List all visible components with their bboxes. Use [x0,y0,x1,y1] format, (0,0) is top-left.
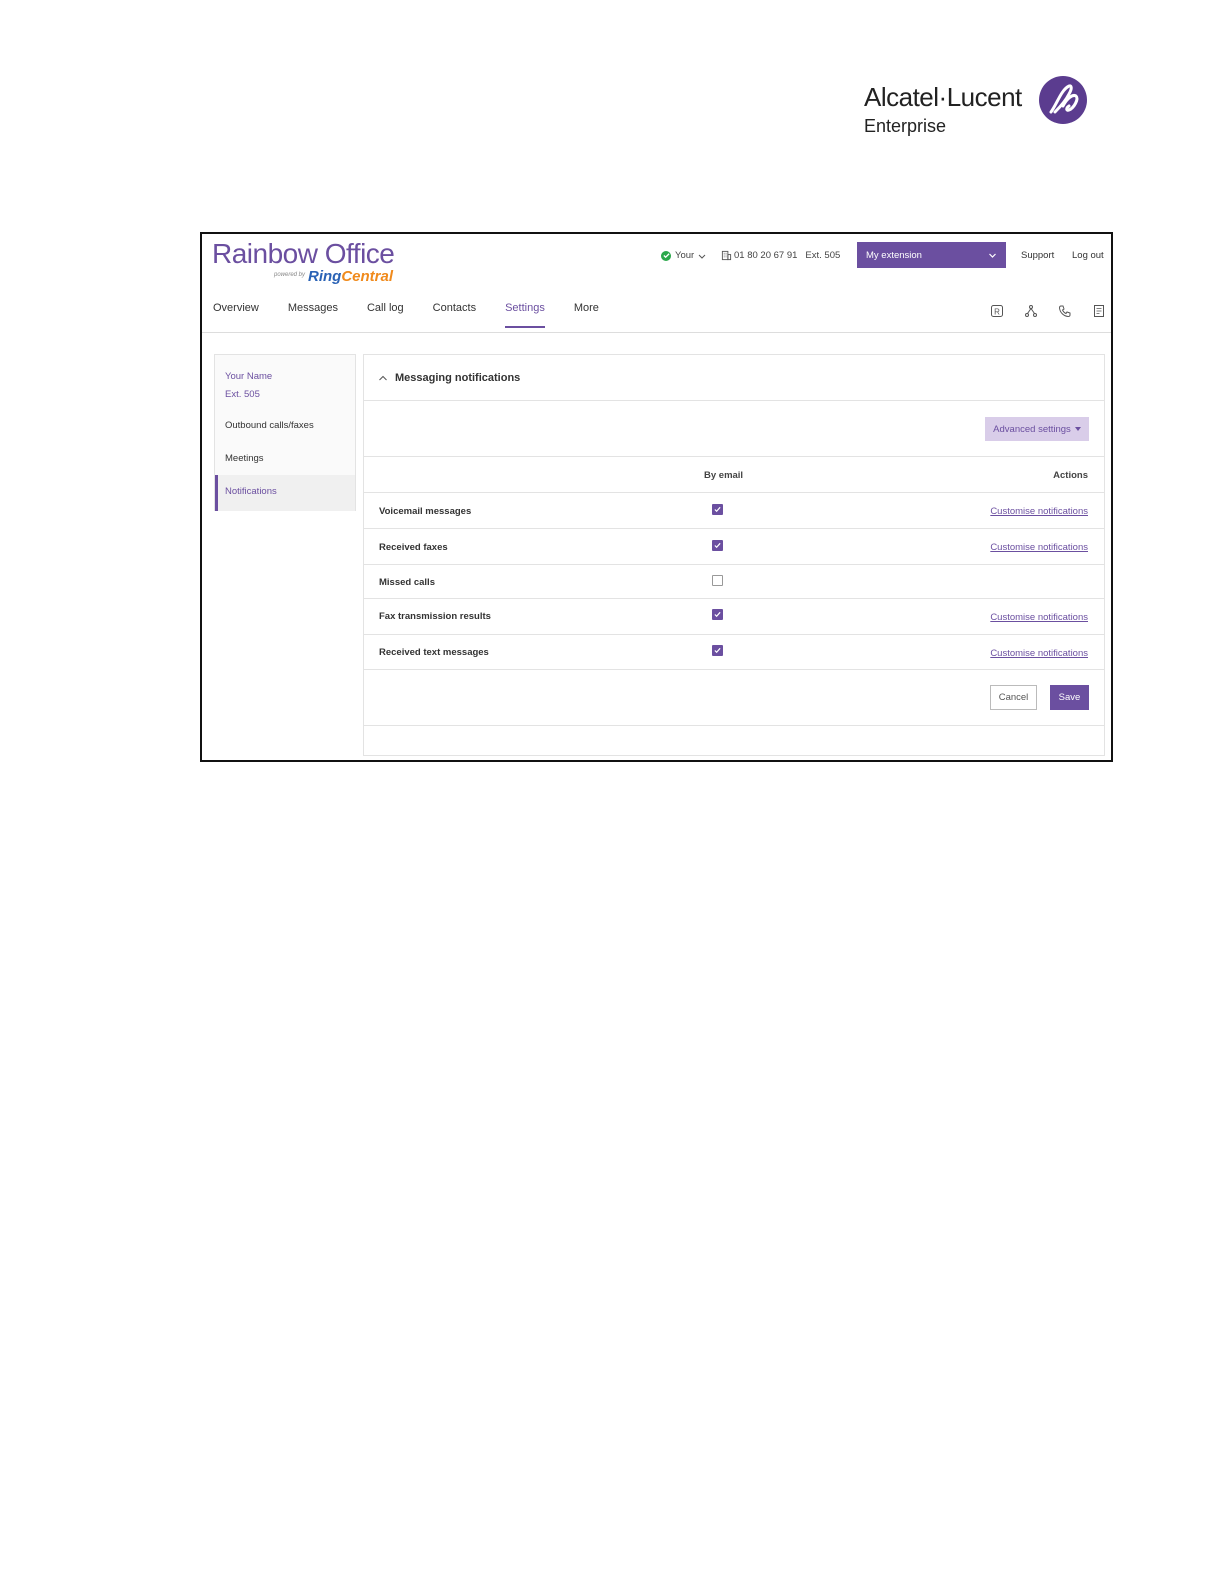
customise-notifications-link[interactable]: Customise notifications [990,648,1088,659]
row-label: Received text messages [379,647,489,658]
panel-title: Messaging notifications [395,371,521,384]
rainbow-icon[interactable]: R [990,304,1004,318]
available-icon [661,250,671,261]
customise-notifications-link[interactable]: Customise notifications [990,542,1088,553]
alcatel-lucent-logo-icon [1039,76,1087,124]
network-icon[interactable] [1024,304,1038,318]
email-checkbox[interactable] [712,609,723,620]
phone-number: 01 80 20 67 91 [734,250,798,261]
cancel-button[interactable]: Cancel [990,685,1037,710]
extension-select-label: My extension [866,249,922,261]
powered-by-label: powered by [274,272,306,278]
caret-down-icon [1074,427,1081,431]
customise-notifications-link[interactable]: Customise notifications [990,612,1088,623]
settings-sidebar: Your Name Ext. 505 Outbound calls/faxes … [214,354,356,511]
column-actions: Actions [1053,470,1088,481]
brand-name: Alcatel·Lucent [864,82,1022,112]
app-screenshot: Rainbow Office powered by RingCentral Yo… [200,232,1113,762]
sidebar-item-notifications[interactable]: Notifications [215,475,355,511]
brand-subtitle: Enterprise [864,116,947,136]
app-title: Rainbow Office [212,238,395,269]
customise-notifications-link[interactable]: Customise notifications [990,506,1088,517]
nav-tab-settings[interactable]: Settings [505,302,545,328]
phone-number-info: 01 80 20 67 91 Ext. 505 [721,250,840,261]
chevron-up-icon [379,375,387,380]
column-by-email: By email [704,470,744,481]
email-checkbox[interactable] [712,645,723,656]
table-row: Missed calls [364,565,1104,599]
header-divider [202,332,1111,333]
nav-tab-messages[interactable]: Messages [288,302,338,328]
advanced-settings-row: Advanced settings [364,401,1104,457]
save-button[interactable]: Save [1050,685,1089,710]
ringcentral-logo: RingCentral [308,268,393,285]
user-name: Your Name [225,371,273,382]
building-icon [721,250,732,261]
user-extension: Ext. 505 [225,389,260,400]
row-label: Fax transmission results [379,611,491,622]
sidebar-item-label: Notifications [225,486,277,497]
nav-tab-contacts[interactable]: Contacts [433,302,476,328]
sidebar-user[interactable]: Your Name Ext. 505 [225,368,272,404]
check-icon [714,611,721,618]
svg-text:R: R [994,308,1000,317]
advanced-settings-button[interactable]: Advanced settings [985,417,1089,441]
central-text: Central [341,268,394,285]
nav-tab-call-log[interactable]: Call log [367,302,404,328]
email-checkbox[interactable] [712,504,723,515]
presence-label: Your [675,250,695,261]
check-icon [714,647,721,654]
nav-tab-overview[interactable]: Overview [213,302,259,328]
email-checkbox[interactable] [712,540,723,551]
presence-status[interactable]: Your [661,250,706,261]
advanced-settings-label: Advanced settings [993,423,1071,435]
panel-header[interactable]: Messaging notifications [364,355,1104,401]
messaging-notifications-panel: Messaging notifications Advanced setting… [363,354,1105,756]
table-row: Received faxes Customise notifications [364,529,1104,565]
alcatel-lucent-brand: Alcatel·Lucent Enterprise [864,76,1094,140]
table-row: Voicemail messages Customise notificatio… [364,493,1104,529]
extension-number: Ext. 505 [805,250,841,261]
support-link[interactable]: Support [1021,250,1054,261]
chevron-down-icon [989,253,996,258]
table-header: By email Actions [364,457,1104,493]
fax-icon[interactable] [1092,304,1106,318]
table-row: Received text messages Customise notific… [364,635,1104,670]
logout-link[interactable]: Log out [1072,250,1104,261]
ring-text: Ring [308,268,342,285]
row-label: Received faxes [379,542,448,553]
phone-icon[interactable] [1058,304,1072,318]
check-icon [714,506,721,513]
sidebar-item-meetings[interactable]: Meetings [225,453,264,464]
row-label: Voicemail messages [379,506,472,517]
nav-icon-group: R [990,304,1106,318]
table-row: Fax transmission results Customise notif… [364,599,1104,635]
chevron-down-icon [698,254,706,259]
extension-select[interactable]: My extension [857,242,1006,268]
nav-tab-more[interactable]: More [574,302,599,328]
sidebar-item-outbound[interactable]: Outbound calls/faxes [225,420,314,431]
check-icon [714,542,721,549]
row-label: Missed calls [379,577,435,588]
email-checkbox[interactable] [712,575,723,586]
form-actions: Cancel Save [364,670,1104,726]
main-nav: Overview Messages Call log Contacts Sett… [213,302,599,328]
